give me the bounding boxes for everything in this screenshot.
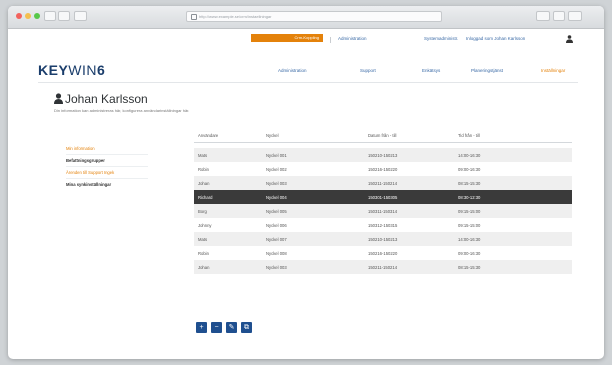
sidebar-item-synkinstallningar[interactable]: Mina synkinställningar: [66, 182, 112, 187]
pencil-icon: ✎: [228, 324, 235, 331]
cell-time: 08:15-15:30: [458, 265, 481, 270]
cell-key: Nyckel 007: [266, 237, 287, 242]
cell-user: Robin: [198, 251, 209, 256]
nav-item-planering[interactable]: Planeringstjänst: [471, 68, 503, 73]
cell-time: 08:30-12:30: [458, 195, 481, 200]
address-url: http://www.example.se/crm/instaellningar: [199, 14, 272, 19]
cell-key: Nyckel 002: [266, 167, 287, 172]
cell-time: 14:00-16:30: [458, 153, 481, 158]
cell-key: Nyckel 004: [266, 195, 287, 200]
cell-key: Nyckel 003: [266, 265, 287, 270]
cell-user: Richard: [198, 195, 213, 200]
cell-key: Nyckel 003: [266, 181, 287, 186]
sidebar-divider: [66, 178, 148, 179]
topbar-link-logged-in-user[interactable]: Inloggad som Johan Karlsson: [466, 36, 525, 41]
nav-item-enkatsys[interactable]: Enkätsys: [422, 68, 440, 73]
cell-key: Nyckel 005: [266, 209, 287, 214]
sidebar-divider: [66, 154, 148, 155]
table-header: Användare Nyckel Datum från - till Tid f…: [194, 128, 572, 143]
copy-icon: ⧉: [244, 324, 249, 331]
cell-date: 150312-150315: [368, 223, 398, 228]
table-row[interactable]: Johan Nyckel 003 150211-150214 08:15-15:…: [194, 260, 572, 274]
page-title: Johan Karlsson: [65, 92, 148, 106]
cell-date: 150311-150314: [368, 209, 398, 214]
table-row-selected[interactable]: Richard Nyckel 004 150301-150305 08:30-1…: [194, 190, 572, 204]
cell-time: 09:00-16:30: [458, 167, 481, 172]
browser-titlebar: http://www.example.se/crm/instaellningar: [8, 6, 604, 29]
nav-item-support[interactable]: Support: [360, 68, 376, 73]
maximize-window-button[interactable]: [34, 13, 40, 19]
topbar-link-administration[interactable]: Administration: [338, 36, 367, 41]
forward-button[interactable]: [58, 11, 70, 21]
column-header-user[interactable]: Användare: [198, 133, 218, 138]
cell-time: 08:15-15:30: [458, 181, 481, 186]
copy-button[interactable]: ⧉: [241, 322, 252, 333]
cell-user: Johan: [198, 265, 210, 270]
tabs-button[interactable]: [553, 11, 565, 21]
cell-date: 150210-150213: [368, 237, 398, 242]
cell-date: 150216-150220: [368, 167, 398, 172]
cell-date: 150210-150213: [368, 153, 398, 158]
table-row[interactable]: Johnny Nyckel 006 150312-150315 09:15-15…: [194, 218, 572, 232]
close-window-button[interactable]: [16, 13, 22, 19]
sidebar-item-support-arenden[interactable]: Ärenden till Support Ingek: [66, 170, 114, 175]
back-button[interactable]: [44, 11, 56, 21]
remove-button[interactable]: −: [211, 322, 222, 333]
sidebar-item-min-information[interactable]: Min information: [66, 146, 95, 151]
cell-time: 09:15-15:00: [458, 209, 481, 214]
browser-window: http://www.example.se/crm/instaellningar…: [8, 6, 604, 359]
nav-divider: [38, 82, 578, 83]
table-row[interactable]: Borg Nyckel 005 150311-150314 09:15-15:0…: [194, 204, 572, 218]
table-row[interactable]: Robin Nyckel 002 150216-150220 09:00-16:…: [194, 162, 572, 176]
plus-icon: +: [199, 324, 204, 331]
crm-badge[interactable]: Crm-Koppling: [251, 34, 323, 42]
nav-item-administration[interactable]: Administration: [278, 68, 307, 73]
table-row[interactable]: Robin Nyckel 008 150216-150220 09:00-16:…: [194, 246, 572, 260]
cell-date: 150216-150220: [368, 251, 398, 256]
add-button[interactable]: +: [196, 322, 207, 333]
cell-time: 09:15-15:00: [458, 223, 481, 228]
cell-key: Nyckel 001: [266, 153, 287, 158]
user-icon: [54, 93, 63, 104]
column-header-date[interactable]: Datum från - till: [368, 133, 396, 138]
cell-user: Borg: [198, 209, 207, 214]
edit-button[interactable]: ✎: [226, 322, 237, 333]
sidebar-toggle-button[interactable]: [74, 11, 87, 21]
cell-date: 150211-150214: [368, 181, 398, 186]
cell-user: Mats: [198, 237, 208, 242]
table-row[interactable]: Johan Nyckel 003 150211-150214 08:15-15:…: [194, 176, 572, 190]
share-button[interactable]: [536, 11, 550, 21]
main-navigation: Administration Support Enkätsys Planerin…: [8, 68, 604, 78]
column-header-time[interactable]: Tid från - till: [458, 133, 480, 138]
cell-user: Mats: [198, 153, 208, 158]
minus-icon: −: [214, 324, 219, 331]
cell-date: 150211-150214: [368, 265, 398, 270]
lock-icon: [191, 14, 197, 20]
cell-time: 09:00-16:30: [458, 251, 481, 256]
address-bar[interactable]: http://www.example.se/crm/instaellningar: [186, 11, 442, 22]
minimize-window-button[interactable]: [25, 13, 31, 19]
page-subtitle: Din information kan administreras här, k…: [54, 108, 190, 113]
nav-item-installningar[interactable]: Inställningar: [541, 68, 565, 73]
sidebar-item-befattningsgrupper[interactable]: Befattningsgrupper: [66, 158, 105, 163]
new-tab-button[interactable]: [568, 11, 582, 21]
sidebar-divider: [66, 166, 148, 167]
topbar-divider: [330, 37, 331, 43]
cell-key: Nyckel 008: [266, 251, 287, 256]
cell-time: 14:00-16:30: [458, 237, 481, 242]
topbar-link-systemadmin[interactable]: Systemadministr.: [424, 36, 458, 41]
column-header-key[interactable]: Nyckel: [266, 133, 279, 138]
cell-key: Nyckel 006: [266, 223, 287, 228]
account-icon[interactable]: [566, 35, 573, 43]
cell-user: Robin: [198, 167, 209, 172]
table-row[interactable]: Mats Nyckel 007 150210-150213 14:00-16:3…: [194, 232, 572, 246]
table-row[interactable]: Mats Nyckel 001 150210-150213 14:00-16:3…: [194, 148, 572, 162]
cell-user: Johan: [198, 181, 210, 186]
cell-date: 150301-150305: [368, 195, 398, 200]
cell-user: Johnny: [198, 223, 212, 228]
